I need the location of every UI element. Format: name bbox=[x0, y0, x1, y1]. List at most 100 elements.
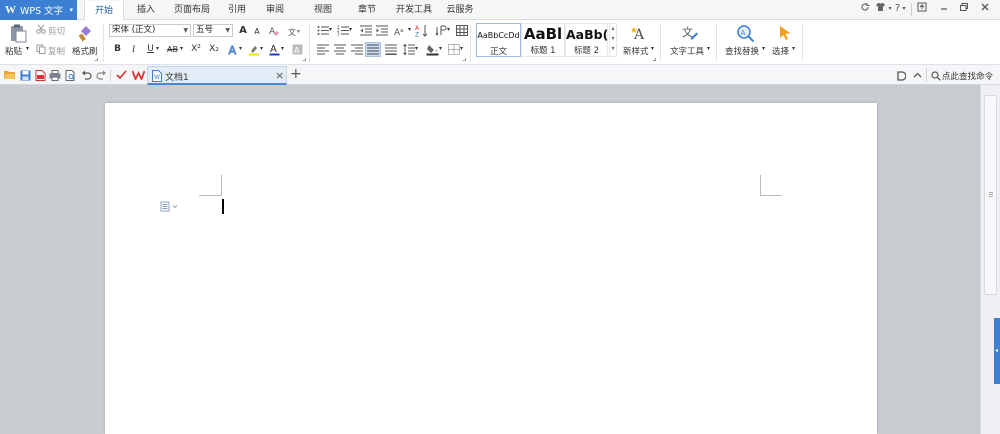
style-normal[interactable]: AaBbCcDd 正文 bbox=[476, 23, 521, 57]
borders-icon[interactable] bbox=[447, 43, 460, 56]
shading-icon[interactable] bbox=[425, 42, 439, 56]
undo-icon[interactable] bbox=[80, 69, 92, 81]
table-icon[interactable] bbox=[455, 24, 468, 37]
cut-button[interactable]: 剪切 bbox=[48, 25, 65, 37]
command-search-input[interactable]: 点此查找命令 bbox=[942, 70, 993, 82]
customize-toolbar-icon[interactable] bbox=[115, 69, 127, 81]
font-name-select[interactable]: 宋体 (正文) ▼ bbox=[109, 24, 191, 37]
find-replace-button[interactable]: 查找替换 bbox=[725, 45, 759, 57]
tab-chapter[interactable]: 章节 bbox=[352, 0, 382, 20]
font-size-select[interactable]: 五号 ▼ bbox=[193, 24, 233, 37]
app-menu-button[interactable]: W WPS 文字 ▾ bbox=[0, 0, 77, 20]
new-style-icon[interactable]: A bbox=[630, 23, 650, 43]
line-spacing-icon[interactable] bbox=[402, 43, 415, 56]
text-tools-icon[interactable]: 文 bbox=[680, 23, 700, 43]
minimize-icon[interactable] bbox=[938, 2, 950, 16]
close-window-icon[interactable] bbox=[978, 2, 992, 16]
group-launcher-icon[interactable] bbox=[463, 58, 466, 61]
shading-dropdown-icon[interactable]: ▾ bbox=[439, 45, 442, 52]
shrink-font-button[interactable]: A bbox=[252, 25, 262, 38]
character-shading-icon[interactable]: A bbox=[291, 43, 303, 56]
text-effect-icon[interactable]: A bbox=[227, 43, 239, 56]
new-style-dropdown-icon[interactable]: ▾ bbox=[651, 45, 654, 52]
select-button[interactable]: 选择 bbox=[772, 45, 789, 57]
select-dropdown-icon[interactable]: ▾ bbox=[792, 45, 795, 52]
tab-cloud-service[interactable]: 云服务 bbox=[444, 0, 476, 20]
align-center-icon[interactable] bbox=[333, 43, 346, 56]
numbered-list-icon[interactable]: 123 bbox=[336, 24, 349, 37]
group-launcher-icon[interactable] bbox=[303, 58, 306, 61]
change-case-icon[interactable]: Aᵃ bbox=[393, 24, 409, 37]
paste-icon[interactable] bbox=[7, 23, 29, 43]
find-replace-icon[interactable]: A bbox=[735, 23, 755, 43]
save-icon[interactable] bbox=[19, 69, 31, 81]
style-heading-1[interactable]: AaBl 标题 1 bbox=[521, 23, 565, 57]
strikethrough-button[interactable]: AB bbox=[165, 43, 180, 56]
tab-home[interactable]: 开始 bbox=[84, 1, 124, 21]
document-tab[interactable]: W 文档1 × bbox=[147, 66, 287, 85]
decrease-indent-icon[interactable] bbox=[359, 24, 372, 37]
wps-logo-icon[interactable] bbox=[131, 69, 145, 81]
group-launcher-icon[interactable] bbox=[653, 58, 656, 61]
paste-button[interactable]: 粘贴 bbox=[5, 45, 22, 57]
distributed-align-icon[interactable] bbox=[384, 43, 397, 56]
font-color-icon[interactable]: A bbox=[268, 42, 280, 56]
bold-button[interactable]: B bbox=[112, 43, 123, 56]
sort-icon[interactable]: AZ bbox=[414, 23, 428, 37]
align-left-icon[interactable] bbox=[316, 43, 329, 56]
subscript-button[interactable]: X₂ bbox=[207, 43, 221, 56]
restore-layout-icon[interactable] bbox=[916, 2, 928, 16]
tab-insert[interactable]: 插入 bbox=[130, 0, 162, 20]
maximize-icon[interactable] bbox=[958, 2, 970, 16]
show-marks-dropdown-icon[interactable]: ▾ bbox=[447, 26, 450, 33]
strikethrough-dropdown-icon[interactable]: ▾ bbox=[180, 45, 183, 52]
group-launcher-icon[interactable] bbox=[95, 58, 98, 61]
style-heading-2[interactable]: AaBb( 标题 2 bbox=[565, 23, 608, 57]
underline-dropdown-icon[interactable]: ▾ bbox=[156, 45, 159, 52]
text-tools-button[interactable]: 文字工具 bbox=[670, 45, 704, 57]
copy-icon[interactable] bbox=[36, 44, 46, 54]
bullet-list-icon[interactable] bbox=[316, 24, 329, 37]
print-icon[interactable] bbox=[49, 69, 61, 81]
text-effect-dropdown-icon[interactable]: ▾ bbox=[239, 45, 242, 52]
tab-references[interactable]: 引用 bbox=[222, 0, 252, 20]
highlight-icon[interactable] bbox=[247, 43, 260, 56]
help-dropdown-icon[interactable]: ▾ bbox=[901, 2, 907, 16]
paste-dropdown-icon[interactable]: ▾ bbox=[26, 45, 29, 52]
font-color-dropdown-icon[interactable]: ▾ bbox=[281, 45, 284, 52]
word-count-icon[interactable] bbox=[896, 70, 907, 81]
refresh-icon[interactable] bbox=[859, 2, 871, 16]
tab-review[interactable]: 审阅 bbox=[260, 0, 290, 20]
superscript-button[interactable]: X² bbox=[189, 43, 203, 56]
close-tab-icon[interactable]: × bbox=[275, 69, 284, 82]
tab-developer-tools[interactable]: 开发工具 bbox=[392, 0, 436, 20]
new-tab-button[interactable]: + bbox=[290, 66, 302, 82]
clear-format-icon[interactable]: A bbox=[268, 24, 280, 37]
change-case-dropdown-icon[interactable]: ▾ bbox=[408, 26, 411, 33]
tab-page-layout[interactable]: 页面布局 bbox=[170, 0, 214, 20]
show-marks-icon[interactable] bbox=[434, 24, 448, 37]
italic-button[interactable]: I bbox=[129, 43, 138, 56]
tab-view[interactable]: 视图 bbox=[308, 0, 338, 20]
print-preview-icon[interactable] bbox=[64, 69, 76, 81]
styles-scroll[interactable]: ▴ ▾ ▾ bbox=[609, 23, 617, 57]
redo-icon[interactable] bbox=[95, 69, 107, 81]
side-panel-toggle[interactable]: ◂ bbox=[994, 318, 1000, 384]
format-painter-button[interactable]: 格式刷 bbox=[72, 45, 98, 57]
copy-button[interactable]: 复制 bbox=[48, 45, 65, 57]
justify-icon[interactable] bbox=[365, 42, 381, 57]
collapse-ribbon-icon[interactable] bbox=[912, 70, 923, 81]
line-spacing-dropdown-icon[interactable]: ▾ bbox=[415, 45, 418, 52]
borders-dropdown-icon[interactable]: ▾ bbox=[460, 45, 463, 52]
text-tools-dropdown-icon[interactable]: ▾ bbox=[707, 45, 710, 52]
increase-indent-icon[interactable] bbox=[375, 24, 388, 37]
format-painter-icon[interactable] bbox=[76, 23, 94, 43]
new-style-button[interactable]: 新样式 bbox=[623, 45, 649, 57]
paragraph-layout-icon[interactable] bbox=[160, 200, 180, 212]
numbered-list-dropdown-icon[interactable]: ▾ bbox=[349, 26, 352, 33]
scrollbar-thumb[interactable] bbox=[984, 95, 997, 295]
open-folder-icon[interactable] bbox=[4, 69, 16, 81]
skin-shirt-icon[interactable] bbox=[873, 2, 887, 16]
align-right-icon[interactable] bbox=[350, 43, 363, 56]
export-pdf-icon[interactable] bbox=[34, 69, 46, 81]
